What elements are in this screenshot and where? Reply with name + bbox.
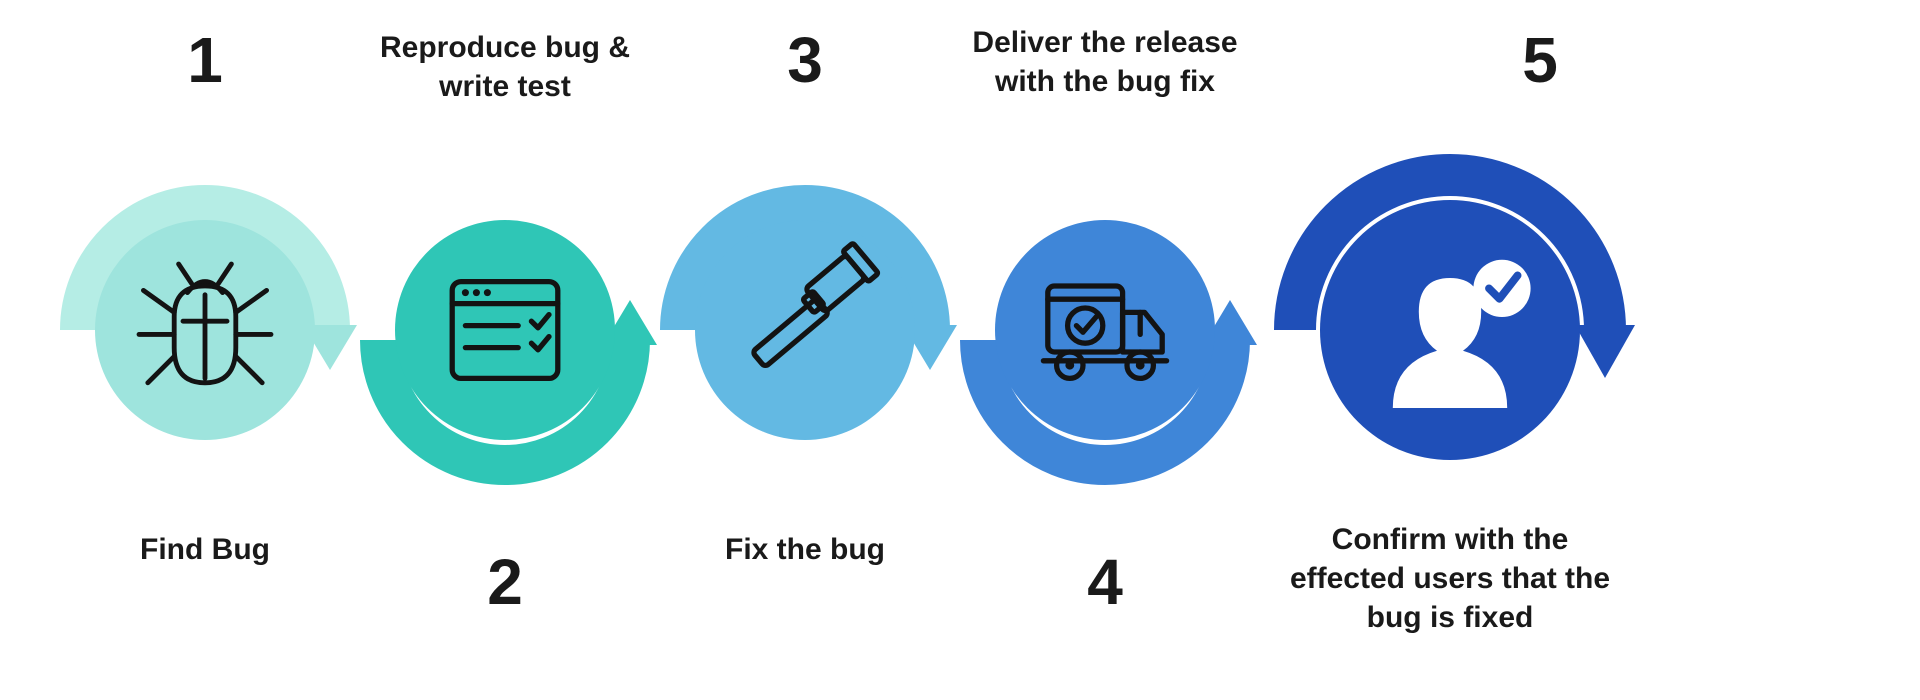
step-number-3: 3 bbox=[765, 28, 845, 92]
step-caption-1: Find Bug bbox=[95, 530, 315, 569]
step-circle-2 bbox=[395, 220, 615, 440]
hammer-icon bbox=[695, 220, 915, 440]
step-caption-5: Confirm with the effected users that the… bbox=[1280, 520, 1620, 637]
bug-fix-process-diagram: 1 2 3 4 5 Find Bug Reproduce bug & write… bbox=[0, 0, 1920, 700]
step-caption-3: Fix the bug bbox=[695, 530, 915, 569]
step-number-5: 5 bbox=[1500, 28, 1580, 92]
step-circle-4 bbox=[995, 220, 1215, 440]
bug-icon bbox=[95, 220, 315, 440]
step-circle-5 bbox=[1320, 200, 1580, 460]
delivery-truck-icon bbox=[995, 220, 1215, 440]
step-caption-4: Deliver the release with the bug fix bbox=[965, 23, 1245, 101]
step-number-2: 2 bbox=[465, 550, 545, 614]
checklist-window-icon bbox=[395, 220, 615, 440]
step-number-1: 1 bbox=[165, 28, 245, 92]
step-circle-3 bbox=[695, 220, 915, 440]
step-caption-2: Reproduce bug & write test bbox=[370, 28, 640, 106]
step-number-4: 4 bbox=[1065, 550, 1145, 614]
step-circle-1 bbox=[95, 220, 315, 440]
user-confirmed-icon bbox=[1320, 200, 1580, 460]
